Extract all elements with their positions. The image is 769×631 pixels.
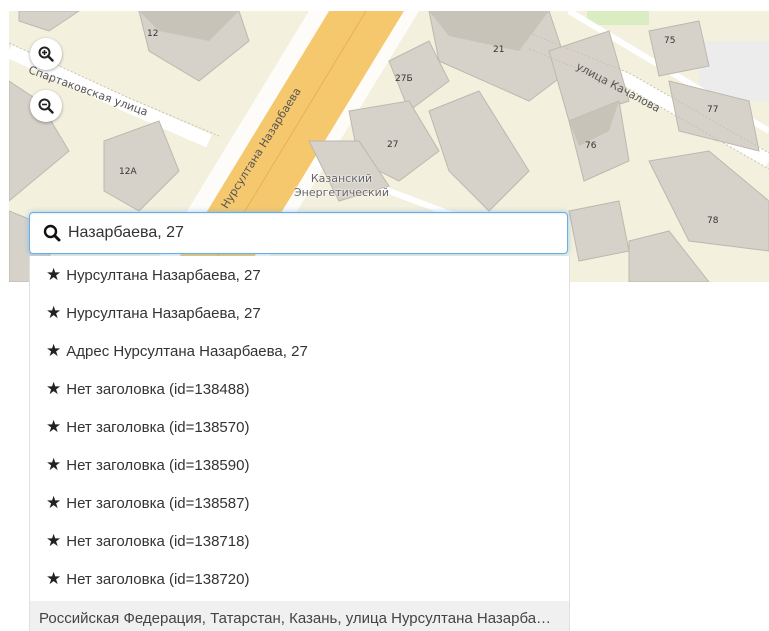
star-icon: ★ <box>46 265 62 285</box>
address-suggestion-item[interactable]: Российская Федерация, Татарстан, Казань,… <box>30 601 569 631</box>
suggestion-item[interactable]: ★ Адрес Нурсултана Назарбаева, 27 <box>30 332 569 370</box>
suggestion-label: Нет заголовка (id=138590) <box>66 456 250 474</box>
poi-label: Казанский Энергетический <box>294 172 389 200</box>
star-icon: ★ <box>46 455 62 475</box>
suggestion-label: Адрес Нурсултана Назарбаева, 27 <box>66 342 308 360</box>
zoom-in-button[interactable] <box>30 38 62 70</box>
suggestion-label: Нет заголовка (id=138570) <box>66 418 250 436</box>
star-icon: ★ <box>46 531 62 551</box>
search-icon <box>42 223 62 243</box>
zoom-out-button[interactable] <box>30 90 62 122</box>
poi-label-line: Казанский <box>310 172 373 185</box>
suggestion-label: Нурсултана Назарбаева, 27 <box>66 304 261 322</box>
search-box[interactable] <box>29 212 568 254</box>
suggestion-item[interactable]: ★ Нет заголовка (id=138570) <box>30 408 569 446</box>
poi-label-line: Энергетический <box>294 186 389 199</box>
address-suggestion-label: Российская Федерация, Татарстан, Казань,… <box>39 609 559 627</box>
suggestion-item[interactable]: ★ Нет заголовка (id=138587) <box>30 484 569 522</box>
suggestion-item[interactable]: ★ Нет заголовка (id=138720) <box>30 560 569 598</box>
zoom-in-icon <box>38 46 54 62</box>
suggestion-label: Нет заголовка (id=138488) <box>66 380 250 398</box>
zoom-out-icon <box>38 98 54 114</box>
star-icon: ★ <box>46 493 62 513</box>
search-input[interactable] <box>68 224 548 242</box>
suggestion-item[interactable]: ★ Нет заголовка (id=138718) <box>30 522 569 560</box>
page: 12 12А 27Б 27 21 75 76 77 78 Спартаковск… <box>0 0 769 631</box>
suggestion-label: Нурсултана Назарбаева, 27 <box>66 266 261 284</box>
suggestion-item[interactable]: ★ Нурсултана Назарбаева, 27 <box>30 256 569 294</box>
star-icon: ★ <box>46 417 62 437</box>
star-icon: ★ <box>46 303 62 323</box>
star-icon: ★ <box>46 341 62 361</box>
suggestion-item[interactable]: ★ Нет заголовка (id=138488) <box>30 370 569 408</box>
suggestion-label: Нет заголовка (id=138720) <box>66 570 250 588</box>
star-icon: ★ <box>46 569 62 589</box>
suggestion-label: Нет заголовка (id=138587) <box>66 494 250 512</box>
suggestion-item[interactable]: ★ Нурсултана Назарбаева, 27 <box>30 294 569 332</box>
suggestion-label: Нет заголовка (id=138718) <box>66 532 250 550</box>
star-icon: ★ <box>46 379 62 399</box>
suggestions-list: ★ Нурсултана Назарбаева, 27 ★ Нурсултана… <box>29 256 570 631</box>
suggestion-item[interactable]: ★ Нет заголовка (id=138590) <box>30 446 569 484</box>
